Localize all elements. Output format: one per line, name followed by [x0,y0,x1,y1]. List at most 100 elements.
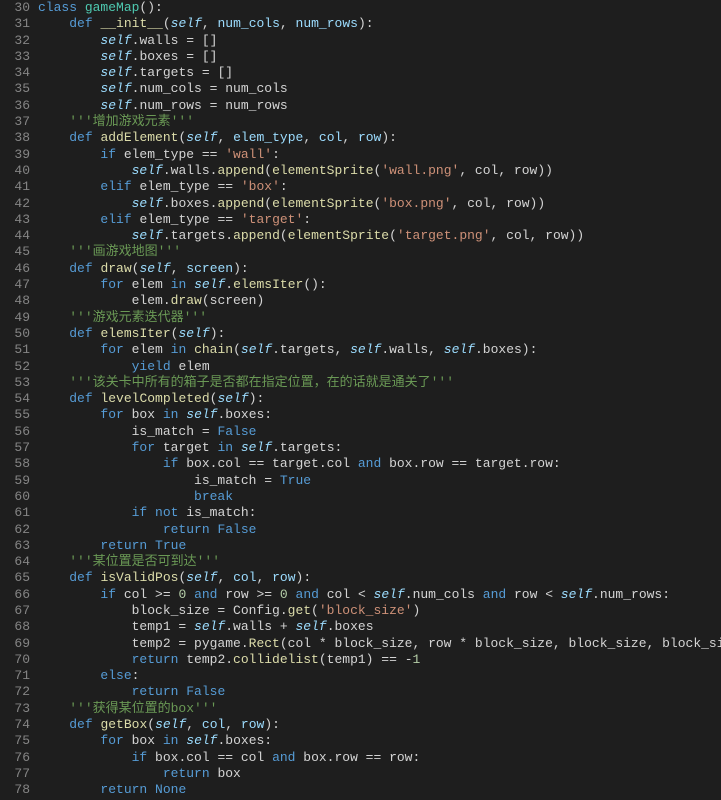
code-editor[interactable]: 3031323334353637383940414243444546474849… [0,0,721,800]
code-line[interactable]: self.boxes.append(elementSprite('box.png… [38,196,721,212]
code-line[interactable]: '''游戏元素迭代器''' [38,310,721,326]
line-number: 49 [4,310,30,326]
code-line[interactable]: return box [38,766,721,782]
line-number: 42 [4,196,30,212]
line-number: 57 [4,440,30,456]
code-line[interactable]: self.num_rows = num_rows [38,98,721,114]
line-number: 37 [4,114,30,130]
line-number: 55 [4,407,30,423]
line-number: 73 [4,701,30,717]
line-number: 30 [4,0,30,16]
code-line[interactable]: '''增加游戏元素''' [38,114,721,130]
line-number: 74 [4,717,30,733]
code-line[interactable]: def isValidPos(self, col, row): [38,570,721,586]
line-number: 71 [4,668,30,684]
code-line[interactable]: elif elem_type == 'box': [38,179,721,195]
code-line[interactable]: return temp2.collidelist(temp1) == -1 [38,652,721,668]
line-number: 46 [4,261,30,277]
line-number: 78 [4,782,30,798]
line-number-gutter: 3031323334353637383940414243444546474849… [0,0,38,800]
line-number: 62 [4,522,30,538]
code-line[interactable]: elem.draw(screen) [38,293,721,309]
line-number: 69 [4,636,30,652]
code-area[interactable]: class gameMap(): def __init__(self, num_… [38,0,721,800]
code-line[interactable]: return None [38,782,721,798]
line-number: 76 [4,750,30,766]
code-line[interactable]: self.walls.append(elementSprite('wall.pn… [38,163,721,179]
line-number: 53 [4,375,30,391]
code-line[interactable]: '''获得某位置的box''' [38,701,721,717]
line-number: 38 [4,130,30,146]
line-number: 61 [4,505,30,521]
line-number: 50 [4,326,30,342]
line-number: 44 [4,228,30,244]
line-number: 75 [4,733,30,749]
line-number: 48 [4,293,30,309]
code-line[interactable]: is_match = False [38,424,721,440]
line-number: 35 [4,81,30,97]
code-line[interactable]: if box.col == target.col and box.row == … [38,456,721,472]
code-line[interactable]: for target in self.targets: [38,440,721,456]
line-number: 33 [4,49,30,65]
code-line[interactable]: if not is_match: [38,505,721,521]
line-number: 54 [4,391,30,407]
line-number: 65 [4,570,30,586]
code-line[interactable]: for elem in chain(self.targets, self.wal… [38,342,721,358]
code-line[interactable]: return False [38,684,721,700]
code-line[interactable]: self.targets.append(elementSprite('targe… [38,228,721,244]
code-line[interactable]: for box in self.boxes: [38,733,721,749]
code-line[interactable]: if box.col == col and box.row == row: [38,750,721,766]
code-line[interactable]: elif elem_type == 'target': [38,212,721,228]
code-line[interactable]: for elem in self.elemsIter(): [38,277,721,293]
code-line[interactable]: self.num_cols = num_cols [38,81,721,97]
line-number: 32 [4,33,30,49]
code-line[interactable]: if elem_type == 'wall': [38,147,721,163]
code-line[interactable]: def elemsIter(self): [38,326,721,342]
code-line[interactable]: for box in self.boxes: [38,407,721,423]
line-number: 56 [4,424,30,440]
line-number: 51 [4,342,30,358]
line-number: 64 [4,554,30,570]
code-line[interactable]: self.boxes = [] [38,49,721,65]
line-number: 31 [4,16,30,32]
line-number: 39 [4,147,30,163]
line-number: 52 [4,359,30,375]
code-line[interactable]: def draw(self, screen): [38,261,721,277]
code-line[interactable]: block_size = Config.get('block_size') [38,603,721,619]
code-line[interactable]: is_match = True [38,473,721,489]
code-line[interactable]: break [38,489,721,505]
code-line[interactable]: class gameMap(): [38,0,721,16]
line-number: 47 [4,277,30,293]
line-number: 77 [4,766,30,782]
code-line[interactable]: def levelCompleted(self): [38,391,721,407]
code-line[interactable]: if col >= 0 and row >= 0 and col < self.… [38,587,721,603]
line-number: 40 [4,163,30,179]
code-line[interactable]: else: [38,668,721,684]
code-line[interactable]: def addElement(self, elem_type, col, row… [38,130,721,146]
line-number: 41 [4,179,30,195]
code-line[interactable]: self.targets = [] [38,65,721,81]
code-line[interactable]: return False [38,522,721,538]
code-line[interactable]: self.walls = [] [38,33,721,49]
code-line[interactable]: return True [38,538,721,554]
line-number: 60 [4,489,30,505]
line-number: 63 [4,538,30,554]
code-line[interactable]: '''该关卡中所有的箱子是否都在指定位置，在的话就是通关了''' [38,375,721,391]
line-number: 72 [4,684,30,700]
code-line[interactable]: '''某位置是否可到达''' [38,554,721,570]
code-line[interactable]: def __init__(self, num_cols, num_rows): [38,16,721,32]
line-number: 67 [4,603,30,619]
line-number: 70 [4,652,30,668]
code-line[interactable]: def getBox(self, col, row): [38,717,721,733]
line-number: 58 [4,456,30,472]
code-line[interactable]: yield elem [38,359,721,375]
line-number: 43 [4,212,30,228]
code-line[interactable]: '''画游戏地图''' [38,244,721,260]
line-number: 59 [4,473,30,489]
code-line[interactable]: temp1 = self.walls + self.boxes [38,619,721,635]
line-number: 68 [4,619,30,635]
code-line[interactable]: temp2 = pygame.Rect(col * block_size, ro… [38,636,721,652]
line-number: 66 [4,587,30,603]
line-number: 36 [4,98,30,114]
line-number: 34 [4,65,30,81]
